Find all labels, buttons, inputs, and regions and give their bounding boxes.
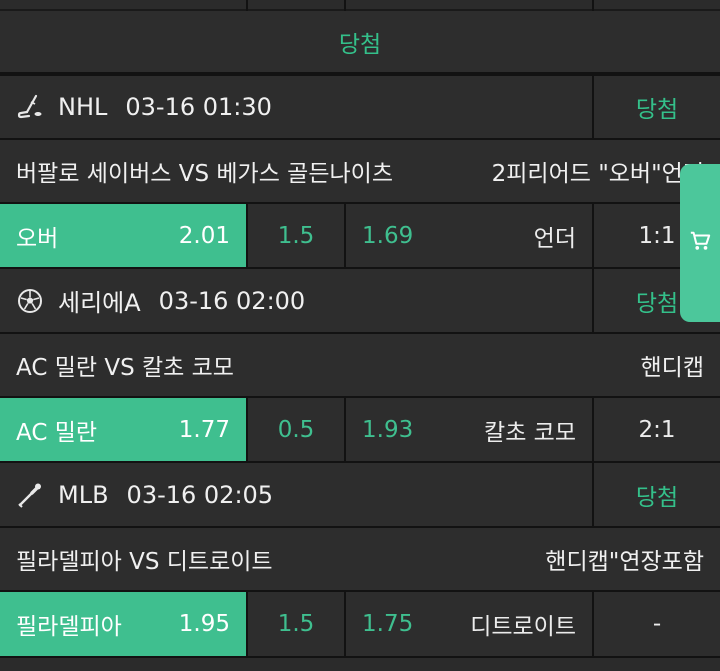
away-odds: 1.69 [362,222,414,249]
away-selection[interactable]: 1.75 디트로이트 [346,592,592,656]
soccer-ball-icon [16,287,44,315]
cart-button[interactable] [680,164,720,322]
match-teams: AC 밀란 VS 칼초 코모 [16,355,234,381]
away-label: 디트로이트 [470,614,576,640]
match-score: - [594,592,720,656]
hockey-icon [16,93,44,121]
home-odds: 1.77 [178,416,230,443]
league-row: NHL 03-16 01:30 당첨 [0,76,720,138]
bet-status-header: 당첨 [0,11,720,74]
home-odds: 2.01 [178,222,230,249]
bet-type: 2피리어드 "오버"언더 [491,161,704,187]
match-row: 필라델피아 VS 디트로이트 핸디캡"연장포함 [0,528,720,590]
result-badge: 당첨 [594,76,720,138]
league-row: 세리에A 03-16 02:00 당첨 [0,269,720,332]
match-row: 버팔로 세이버스 VS 베가스 골든나이츠 2피리어드 "오버"언더 [0,140,720,202]
bet-type: 핸디캡 [640,355,704,381]
bet-status-label: 당첨 [338,31,382,58]
top-border [0,0,720,11]
handicap-line: 1.5 [248,592,344,656]
league-info: 세리에A 03-16 02:00 [0,269,592,332]
home-odds: 1.95 [178,611,230,637]
match-info: AC 밀란 VS 칼초 코모 핸디캡 [0,334,720,396]
home-label: 필라델피아 [16,614,122,640]
away-selection[interactable]: 1.93 칼초 코모 [346,398,592,461]
league-row: MLB 03-16 02:05 당첨 [0,463,720,526]
home-selection[interactable]: AC 밀란 1.77 [0,398,246,461]
match-teams: 필라델피아 VS 디트로이트 [16,549,273,575]
handicap-line: 0.5 [248,398,344,461]
league-name: MLB [58,480,109,509]
away-label: 언더 [533,225,576,252]
league-name: NHL [58,93,108,121]
match-datetime: 03-16 01:30 [125,93,272,121]
home-selection[interactable]: 필라델피아 1.95 [0,592,246,656]
league-name: 세리에A [58,289,141,317]
odds-row: 오버 2.01 1.5 1.69 언더 1:1 [0,204,720,267]
bet-history-page: 당첨 NHL 03-16 01:30 당첨 버팔로 세이버스 VS 베가스 골든… [0,0,720,671]
league-info: MLB 03-16 02:05 [0,463,592,526]
match-row: AC 밀란 VS 칼초 코모 핸디캡 [0,334,720,396]
odds-row: 필라델피아 1.95 1.5 1.75 디트로이트 - [0,592,720,656]
match-info: 버팔로 세이버스 VS 베가스 골든나이츠 2피리어드 "오버"언더 [0,140,720,202]
match-datetime: 03-16 02:05 [126,480,274,509]
home-label: 오버 [16,225,59,252]
away-selection[interactable]: 1.69 언더 [346,204,592,267]
baseball-icon [16,481,44,509]
match-teams: 버팔로 세이버스 VS 베가스 골든나이츠 [16,161,393,187]
league-info: NHL 03-16 01:30 [0,76,592,138]
bet-type: 핸디캡"연장포함 [545,549,704,575]
match-datetime: 03-16 02:00 [158,286,306,315]
match-info: 필라델피아 VS 디트로이트 핸디캡"연장포함 [0,528,720,590]
home-selection[interactable]: 오버 2.01 [0,204,246,267]
match-score: 2:1 [594,398,720,461]
home-label: AC 밀란 [16,419,98,446]
away-odds: 1.75 [362,611,414,637]
away-odds: 1.93 [362,416,414,443]
handicap-line: 1.5 [248,204,344,267]
result-badge: 당첨 [594,463,720,526]
away-label: 칼초 코모 [484,419,576,446]
bottom-border [0,658,720,671]
odds-row: AC 밀란 1.77 0.5 1.93 칼초 코모 2:1 [0,398,720,461]
cart-icon [689,230,711,256]
